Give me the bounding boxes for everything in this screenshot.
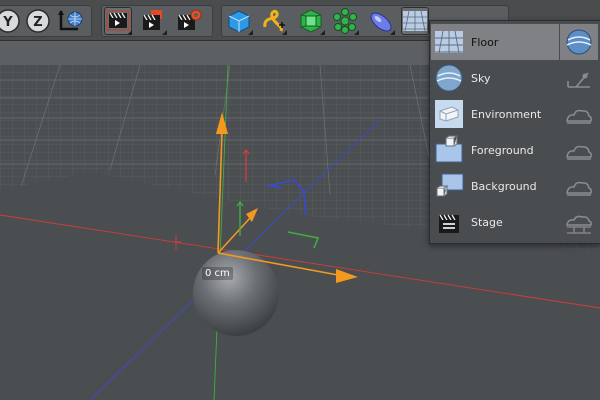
menu-item-label: Environment (471, 107, 542, 121)
cloud-button-1[interactable] (560, 96, 598, 132)
coordinate-system-button[interactable] (56, 7, 84, 35)
menu-item-label: Background (471, 179, 537, 193)
menu-item-environment[interactable]: Environment (431, 96, 559, 132)
sky-slider-button[interactable] (560, 60, 598, 96)
menu-item-label: Foreground (471, 143, 534, 157)
environment-menu-list: Floor Sky Environment Foreground Backgro (431, 24, 559, 240)
cloud-button-3[interactable] (560, 168, 598, 204)
cloud-icon (566, 109, 592, 124)
render-to-picture-viewer-button[interactable] (139, 7, 167, 35)
floor-button[interactable] (401, 7, 429, 35)
array-icon (333, 8, 357, 34)
cube-icon (228, 10, 250, 33)
cloud-button-2[interactable] (560, 132, 598, 168)
environment-side-column (560, 24, 598, 240)
cloud-tool-button[interactable] (560, 204, 598, 240)
sky-slider-icon (567, 72, 590, 88)
environment-icon (433, 98, 465, 130)
floor-icon (433, 26, 465, 58)
axis-lock-group: Y Z (0, 5, 92, 37)
render-view-button[interactable] (104, 7, 132, 35)
cloud-icon (566, 145, 592, 160)
render-settings-button[interactable] (175, 7, 203, 35)
y-axis-lock-button[interactable]: Y (0, 7, 22, 35)
floor-icon (403, 10, 427, 32)
render-group (101, 5, 213, 37)
deformer-icon (370, 12, 392, 32)
spline-icon (263, 9, 285, 32)
environment-popup-menu: Floor Sky Environment Foreground Backgro (429, 20, 600, 244)
menu-item-background[interactable]: Background (431, 168, 559, 204)
subdivision-icon (300, 9, 322, 33)
menu-item-floor[interactable]: Floor (431, 24, 559, 60)
z-axis-label: Z (33, 15, 42, 30)
cloud-tool-icon (566, 215, 592, 234)
menu-item-label: Floor (471, 35, 499, 49)
menu-item-sky[interactable]: Sky (431, 60, 559, 96)
sphere-object[interactable] (193, 250, 279, 336)
stage-icon (433, 206, 465, 238)
cloud-icon (566, 181, 592, 196)
sky-icon (433, 62, 465, 94)
background-icon (433, 170, 465, 202)
menu-item-label: Sky (471, 71, 491, 85)
deformer-button[interactable] (367, 7, 395, 35)
foreground-icon (433, 134, 465, 166)
distance-readout: 0 cm (202, 267, 233, 280)
physical-sky-button[interactable] (560, 24, 598, 60)
menu-item-stage[interactable]: Stage (431, 204, 559, 240)
subdivision-surface-button[interactable] (297, 7, 325, 35)
menu-item-label: Stage (471, 215, 503, 229)
world-axis-icon (58, 10, 83, 31)
clapper-icon (143, 10, 162, 30)
cube-button[interactable] (225, 7, 253, 35)
clapper-gear-icon (178, 9, 202, 30)
physical-sky-icon (566, 29, 592, 55)
spline-pen-button[interactable] (259, 7, 287, 35)
z-axis-lock-button[interactable]: Z (24, 7, 52, 35)
array-button[interactable] (331, 7, 359, 35)
clapper-icon (106, 10, 130, 31)
y-axis-label: Y (2, 15, 13, 30)
menu-item-foreground[interactable]: Foreground (431, 132, 559, 168)
